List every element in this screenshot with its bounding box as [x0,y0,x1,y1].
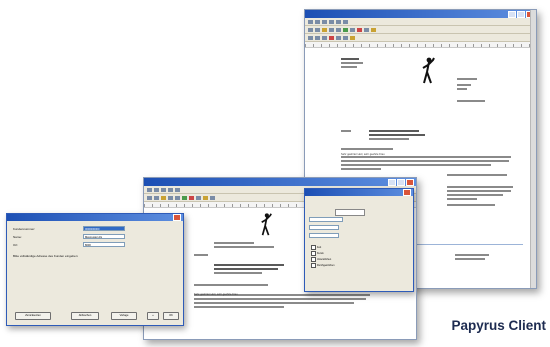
dialog-tab[interactable] [335,209,365,216]
brand-label: Papyrus Client [451,318,546,333]
document-window-middle: Sehr geehrter Herr, sehr geehrte Frau Fe… [143,177,417,340]
back-greeting-text: Sehr geehrter Herr, sehr geehrte Frau [341,153,385,156]
open-icon[interactable] [154,195,159,200]
golfer-logo [261,213,272,236]
window-titlebar [305,10,536,18]
paste-icon[interactable] [350,27,355,32]
middle-greeting-text: Sehr geehrter Herr, sehr geehrte Frau [194,293,238,296]
copy-icon[interactable] [182,195,187,200]
new-icon[interactable] [147,195,152,200]
checkbox-bold[interactable]: Fett [311,245,321,250]
dialog-titlebar [7,214,183,221]
save-icon[interactable] [161,195,166,200]
template-button[interactable]: Vorlage [111,312,137,320]
format-dialog: Fett Kursiv Unterstrichen Durchgestriche… [304,188,414,292]
customer-number-input[interactable]: 0000000000 [83,226,125,231]
name-input[interactable]: Maxmuster AG [83,234,125,239]
redo-icon[interactable] [196,195,201,200]
golfer-logo [422,57,435,84]
image-icon[interactable] [203,195,208,200]
undo-icon[interactable] [357,27,362,32]
dialog-message: Bitte vollständige Adresse des Kunden ei… [13,254,79,258]
field-name: Name: Maxmuster AG [13,234,125,239]
print-icon[interactable] [168,195,173,200]
font-select[interactable] [309,217,343,222]
reset-button[interactable]: Zurücksetzen [15,312,51,320]
field-customer-number: Kundennummer: 0000000000 [13,226,125,231]
dialog-titlebar [305,189,413,196]
size-select[interactable] [309,225,339,230]
redo-icon[interactable] [364,27,369,32]
close-icon[interactable] [173,214,181,221]
city-input[interactable]: 8000 [83,242,125,247]
checkbox-strikethrough[interactable]: Durchgestrichen [311,263,334,268]
minimize-icon[interactable] [388,178,396,186]
new-icon[interactable] [308,27,313,32]
table-icon[interactable] [210,195,215,200]
maximize-icon[interactable] [397,178,405,186]
save-icon[interactable] [322,27,327,32]
cut-icon[interactable] [336,27,341,32]
menu-bar[interactable] [305,18,536,26]
close-icon[interactable] [403,189,411,196]
window-titlebar [144,178,416,186]
toolbar[interactable] [305,26,536,34]
checkbox-underline[interactable]: Unterstrichen [311,257,331,262]
cancel-button[interactable]: Abbrechen [71,312,99,320]
minimize-icon[interactable] [508,10,516,18]
print-icon[interactable] [329,27,334,32]
address-dialog: Kundennummer: 0000000000 Name: Maxmuster… [6,213,184,326]
field-city: Ort: 8000 [13,242,125,247]
checkbox-italic[interactable]: Kursiv [311,251,324,256]
color-select[interactable] [309,233,339,238]
undo-icon[interactable] [189,195,194,200]
close-icon[interactable] [406,178,414,186]
ok-button[interactable]: OK [163,312,179,320]
vertical-scrollbar[interactable] [530,10,536,288]
cut-icon[interactable] [175,195,180,200]
back-button[interactable]: « [147,312,159,320]
format-toolbar[interactable] [305,34,536,42]
copy-icon[interactable] [343,27,348,32]
maximize-icon[interactable] [517,10,525,18]
image-icon[interactable] [371,27,376,32]
open-icon[interactable] [315,27,320,32]
